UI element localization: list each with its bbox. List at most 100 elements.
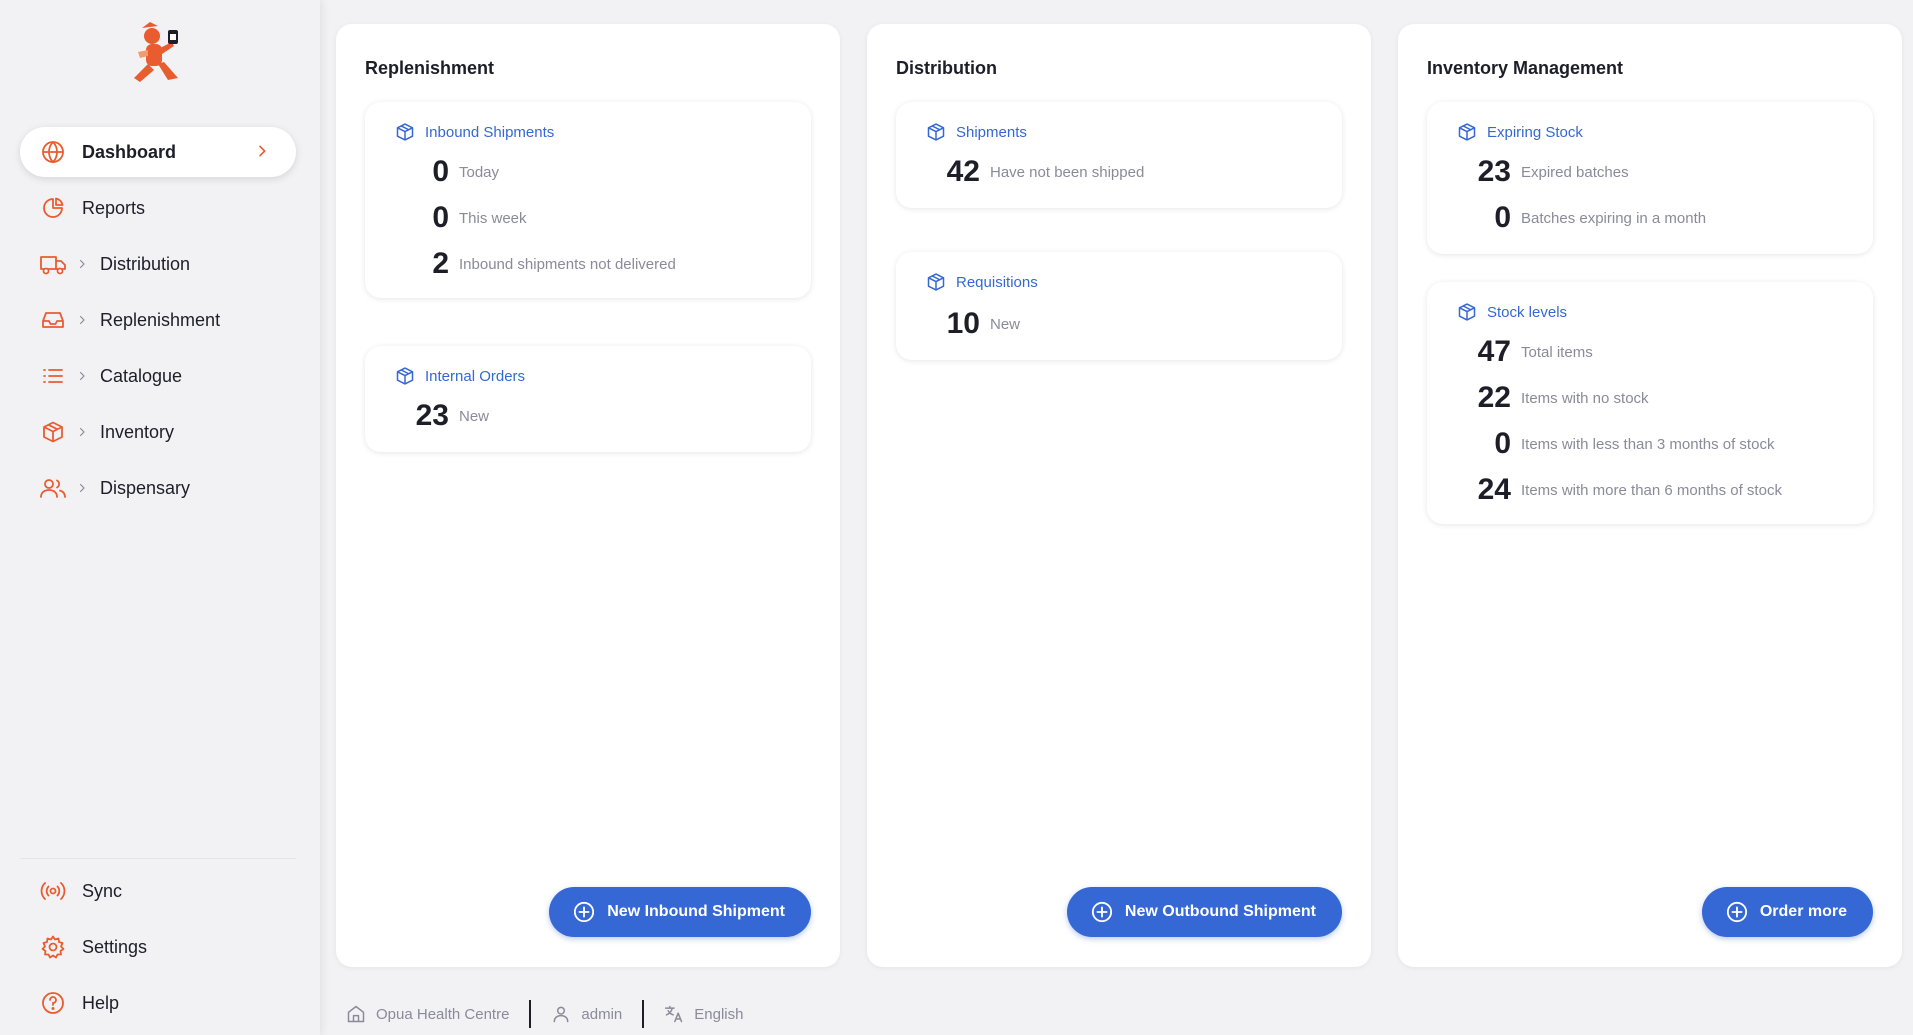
stock-levels-widget: Stock levels 47 Total items 22 Items wit… [1427, 282, 1873, 524]
box-icon [926, 272, 946, 292]
sidebar-item-distribution[interactable]: Distribution [20, 239, 296, 289]
sidebar-item-catalogue[interactable]: Catalogue [20, 351, 296, 401]
button-label: New Outbound Shipment [1124, 903, 1316, 920]
distribution-panel: Distribution Shipments 42 Have not been … [867, 24, 1371, 967]
sidebar-item-label: Inventory [100, 421, 175, 442]
stat-value: 0 [1494, 201, 1511, 234]
plus-circle-icon [1091, 901, 1113, 923]
panel-title: Replenishment [365, 58, 495, 78]
panel-title: Inventory Management [1427, 58, 1624, 78]
footer-language[interactable]: English [644, 1000, 763, 1028]
sidebar-item-dispensary[interactable]: Dispensary [20, 463, 296, 513]
user-icon [551, 1004, 571, 1024]
stat-label: Total items [1521, 343, 1593, 361]
widget-title: Inbound Shipments [425, 123, 555, 141]
replenishment-panel: Replenishment Inbound Shipments 0 Today … [336, 24, 840, 967]
bottom-nav: Sync Settings Help [20, 866, 296, 1034]
shipments-widget: Shipments 42 Have not been shipped [896, 102, 1342, 208]
stat-label: This week [459, 209, 527, 227]
widget-title: Expiring Stock [1487, 123, 1583, 141]
panel-title: Distribution [896, 58, 997, 78]
stat-value: 0 [432, 201, 449, 234]
sidebar-item-label: Distribution [100, 253, 191, 274]
stat-label: Items with less than 3 months of stock [1521, 435, 1775, 453]
stat-row: 24 Items with more than 6 months of stoc… [1427, 470, 1782, 510]
radio-icon [40, 878, 66, 904]
button-label: Order more [1759, 903, 1847, 920]
stat-value: 24 [1477, 473, 1511, 506]
new-outbound-shipment-button[interactable]: New Outbound Shipment [1066, 887, 1342, 937]
footer-store[interactable]: Opua Health Centre [320, 1000, 529, 1028]
logo-mascot [134, 22, 178, 82]
plus-circle-icon [1726, 901, 1748, 923]
sidebar-item-reports[interactable]: Reports [20, 183, 296, 233]
stat-label: Batches expiring in a month [1521, 209, 1707, 227]
stat-label: Today [459, 163, 500, 181]
sidebar-item-label: Replenishment [100, 309, 221, 330]
user-name: admin [581, 1005, 623, 1023]
chevron-right-icon [76, 426, 90, 438]
sidebar-item-sync[interactable]: Sync [20, 866, 296, 916]
globe-icon [40, 139, 66, 165]
stat-value: 0 [1494, 427, 1511, 460]
chevron-right-icon [76, 258, 90, 270]
status-footer: Opua Health Centre admin English [320, 993, 1913, 1035]
sidebar-item-settings[interactable]: Settings [20, 922, 296, 972]
inventory-management-panel: Inventory Management Expiring Stock 23 E… [1398, 24, 1902, 967]
stat-row: 0 Items with less than 3 months of stock [1427, 424, 1774, 464]
stat-row: 0 This week [365, 198, 527, 238]
stat-row: 23 New [365, 396, 489, 436]
footer-user[interactable]: admin [531, 1000, 642, 1028]
gear-icon [40, 934, 66, 960]
stat-value: 2 [432, 247, 449, 280]
stat-value: 47 [1477, 335, 1511, 368]
box-icon [395, 366, 415, 386]
sidebar-item-label: Settings [82, 936, 148, 957]
widget-header: Requisitions [926, 272, 1038, 292]
pie-chart-icon [40, 195, 66, 221]
stat-label: Items with more than 6 months of stock [1521, 481, 1782, 499]
sidebar-item-label: Help [82, 992, 120, 1013]
order-more-button[interactable]: Order more [1701, 887, 1873, 937]
button-label: New Inbound Shipment [607, 903, 785, 920]
widget-header: Stock levels [1457, 302, 1567, 322]
box-icon [395, 122, 415, 142]
stat-row: 47 Total items [1427, 332, 1593, 372]
plus-circle-icon [573, 901, 595, 923]
stat-label: Have not been shipped [990, 163, 1145, 181]
box-icon [1457, 122, 1477, 142]
language-name: English [694, 1005, 744, 1023]
expiring-stock-widget: Expiring Stock 23 Expired batches 0 Batc… [1427, 102, 1873, 254]
widget-header: Shipments [926, 122, 1027, 142]
sidebar-item-dashboard[interactable]: Dashboard [20, 127, 296, 177]
chevron-right-icon [254, 143, 270, 164]
widget-header: Internal Orders [395, 366, 525, 386]
widget-title: Shipments [956, 123, 1027, 141]
stat-row: 0 Today [365, 152, 499, 192]
chevron-right-icon [76, 370, 90, 382]
nav-divider [20, 858, 296, 859]
new-inbound-shipment-button[interactable]: New Inbound Shipment [549, 887, 811, 937]
stat-label: Inbound shipments not delivered [459, 255, 676, 273]
list-icon [40, 363, 66, 389]
stat-value: 23 [415, 399, 449, 432]
chevron-right-icon [76, 314, 90, 326]
box-icon [1457, 302, 1477, 322]
inbound-shipments-widget: Inbound Shipments 0 Today 0 This week 2 … [365, 102, 811, 298]
stat-value: 23 [1477, 155, 1511, 188]
stat-value: 10 [946, 307, 980, 340]
sidebar-item-replenishment[interactable]: Replenishment [20, 295, 296, 345]
sidebar-item-label: Reports [82, 197, 146, 218]
store-name: Opua Health Centre [376, 1005, 510, 1023]
sidebar: Dashboard Reports Distribution Replenish… [0, 0, 320, 1035]
users-icon [40, 475, 66, 501]
widget-title: Requisitions [956, 273, 1038, 291]
help-circle-icon [40, 990, 66, 1016]
stat-row: 23 Expired batches [1427, 152, 1629, 192]
sidebar-item-label: Catalogue [100, 365, 183, 386]
stat-label: New [990, 315, 1021, 333]
sidebar-item-inventory[interactable]: Inventory [20, 407, 296, 457]
sidebar-item-help[interactable]: Help [20, 978, 296, 1028]
box-icon [40, 419, 66, 445]
stat-row: 22 Items with no stock [1427, 378, 1649, 418]
